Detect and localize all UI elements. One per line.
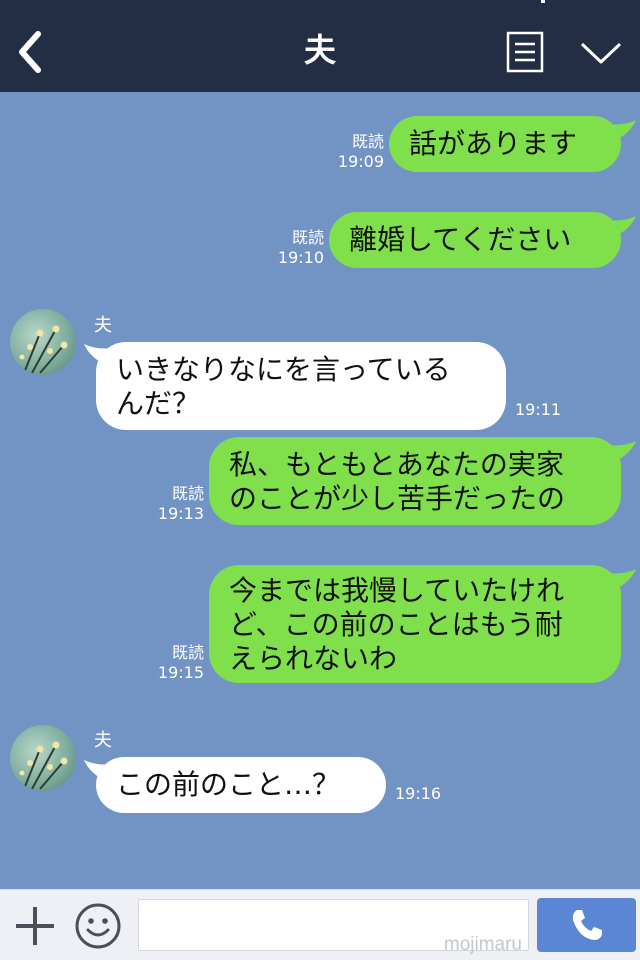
- bubble-tail: [606, 120, 636, 142]
- bubble-tail: [606, 441, 636, 463]
- back-icon[interactable]: [14, 30, 46, 74]
- read-label: 既読: [291, 228, 324, 247]
- sender-name: 夫: [94, 730, 112, 751]
- message-bubble[interactable]: 話があります: [389, 116, 621, 172]
- avatar[interactable]: [10, 309, 76, 375]
- phone-icon: [572, 910, 602, 940]
- bubble-tail: [606, 569, 636, 591]
- message-bubble[interactable]: 離婚してください: [329, 212, 621, 268]
- message-meta: 19:11: [515, 400, 561, 420]
- chat-header: 夫: [0, 0, 640, 92]
- message-time: 19:13: [157, 504, 204, 523]
- input-bar: mojimaru: [0, 889, 640, 960]
- smile-icon[interactable]: [74, 902, 122, 950]
- plus-icon[interactable]: [14, 905, 56, 947]
- message-time: 19:15: [157, 663, 204, 682]
- message-meta: 既読 19:10: [260, 228, 324, 268]
- read-label: 既読: [171, 484, 204, 503]
- chevron-down-icon[interactable]: [580, 40, 622, 66]
- call-button[interactable]: [537, 898, 636, 952]
- watermark-text: mojimaru: [443, 934, 522, 955]
- flower-icon: [19, 325, 68, 374]
- sender-name: 夫: [94, 315, 112, 336]
- message-time: 19:16: [395, 784, 442, 803]
- read-label: 既読: [171, 643, 204, 662]
- message-meta: 既読 19:15: [140, 643, 204, 683]
- notes-icon[interactable]: [506, 31, 544, 73]
- message-meta: 既読 19:13: [140, 484, 204, 524]
- message-meta: 19:16: [395, 784, 441, 804]
- message-time: 19:11: [515, 400, 562, 419]
- message-meta: 既読 19:09: [320, 132, 384, 172]
- message-time: 19:09: [337, 152, 384, 171]
- read-label: 既読: [351, 132, 384, 151]
- chat-area[interactable]: 既読 19:09 話があります 既読 19:10 離婚してください 夫 いきなり…: [0, 92, 640, 889]
- message-bubble[interactable]: 私、もともとあなたの実家 のことが少し苦手だったの: [209, 437, 621, 525]
- message-bubble[interactable]: この前のこと…？: [96, 757, 386, 813]
- bubble-tail: [606, 216, 636, 238]
- message-bubble[interactable]: いきなりなにを言っている んだ？: [96, 342, 506, 430]
- message-time: 19:10: [277, 248, 324, 267]
- status-bar-fragment: [541, 0, 545, 3]
- message-bubble[interactable]: 今までは我慢していたけれ ど、この前のことはもう耐 えられないわ: [209, 565, 621, 683]
- avatar[interactable]: [10, 725, 76, 791]
- chat-title: 夫: [303, 31, 336, 69]
- flower-icon: [19, 741, 68, 790]
